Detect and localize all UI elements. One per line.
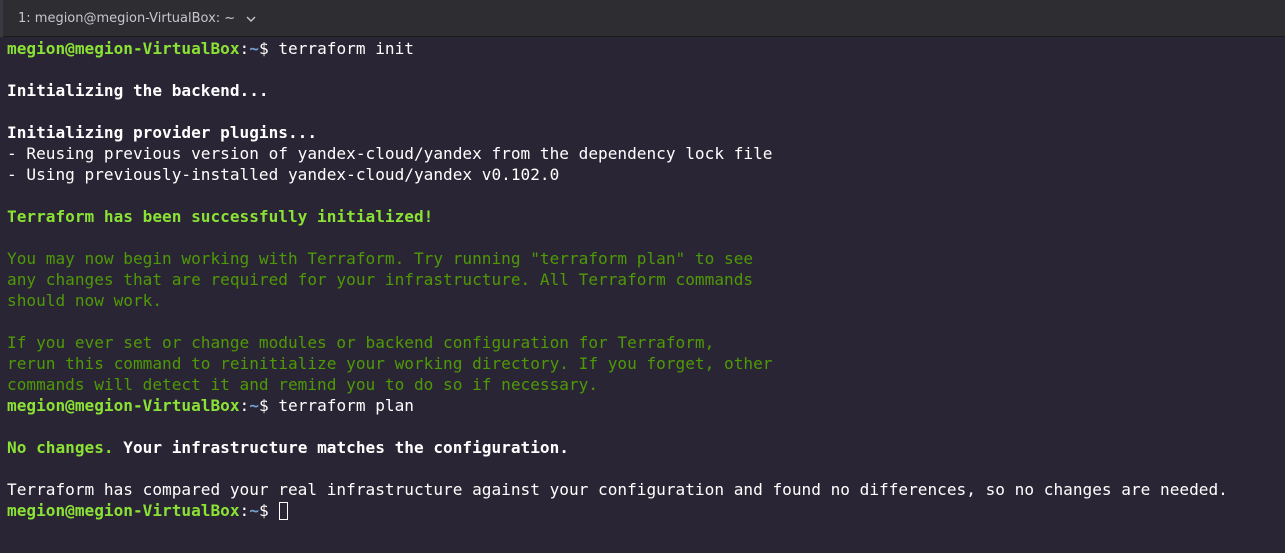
- tab-bar-edge: [0, 0, 3, 37]
- output-line: - Using previously-installed yandex-clou…: [7, 165, 560, 184]
- text-cursor[interactable]: [279, 502, 289, 520]
- output-line: Initializing the backend...: [7, 81, 269, 100]
- prompt-path: ~: [249, 39, 259, 58]
- prompt-symbol: $: [258, 39, 279, 58]
- prompt-path: ~: [249, 501, 259, 520]
- command-line-plan: megion@megion-VirtualBox:~$ terraform pl…: [7, 395, 1285, 416]
- no-changes-label: No changes.: [7, 438, 114, 457]
- prompt-colon: :: [239, 39, 250, 58]
- prompt-symbol: $: [258, 396, 279, 415]
- info-line: If you ever set or change modules or bac…: [7, 333, 715, 352]
- prompt-colon: :: [239, 396, 250, 415]
- matches-text: Your infrastructure matches the configur…: [113, 438, 569, 457]
- output-line: Terraform has compared your real infrast…: [7, 480, 1228, 499]
- terminal-output[interactable]: megion@megion-VirtualBox:~$ terraform in…: [0, 38, 1285, 553]
- tab-title: 1: megion@megion-VirtualBox: ~: [18, 11, 236, 26]
- command-line-current: megion@megion-VirtualBox:~$: [7, 500, 1285, 521]
- output-line: - Reusing previous version of yandex-clo…: [7, 144, 773, 163]
- terminal-tab[interactable]: 1: megion@megion-VirtualBox: ~: [8, 4, 267, 33]
- command-text: terraform init: [278, 39, 414, 58]
- plan-summary-line: No changes. Your infrastructure matches …: [7, 437, 1285, 458]
- prompt-path: ~: [249, 396, 259, 415]
- info-line: You may now begin working with Terraform…: [7, 249, 754, 268]
- command-line-init: megion@megion-VirtualBox:~$ terraform in…: [7, 38, 1285, 59]
- prompt-colon: :: [239, 501, 250, 520]
- tab-bar: 1: megion@megion-VirtualBox: ~: [0, 0, 1285, 37]
- output-line: Initializing provider plugins...: [7, 123, 318, 142]
- command-text: terraform plan: [278, 396, 414, 415]
- prompt-user-host: megion@megion-VirtualBox: [7, 39, 240, 58]
- prompt-user-host: megion@megion-VirtualBox: [7, 501, 240, 520]
- terminal-window: 1: megion@megion-VirtualBox: ~ megion@me…: [0, 0, 1285, 553]
- info-line: rerun this command to reinitialize your …: [7, 354, 773, 373]
- prompt-user-host: megion@megion-VirtualBox: [7, 396, 240, 415]
- info-line: any changes that are required for your i…: [7, 270, 754, 289]
- success-message: Terraform has been successfully initiali…: [7, 207, 434, 226]
- prompt-symbol: $: [258, 501, 279, 520]
- info-line: commands will detect it and remind you t…: [7, 375, 599, 394]
- chevron-down-icon[interactable]: [245, 13, 257, 25]
- info-line: should now work.: [7, 291, 163, 310]
